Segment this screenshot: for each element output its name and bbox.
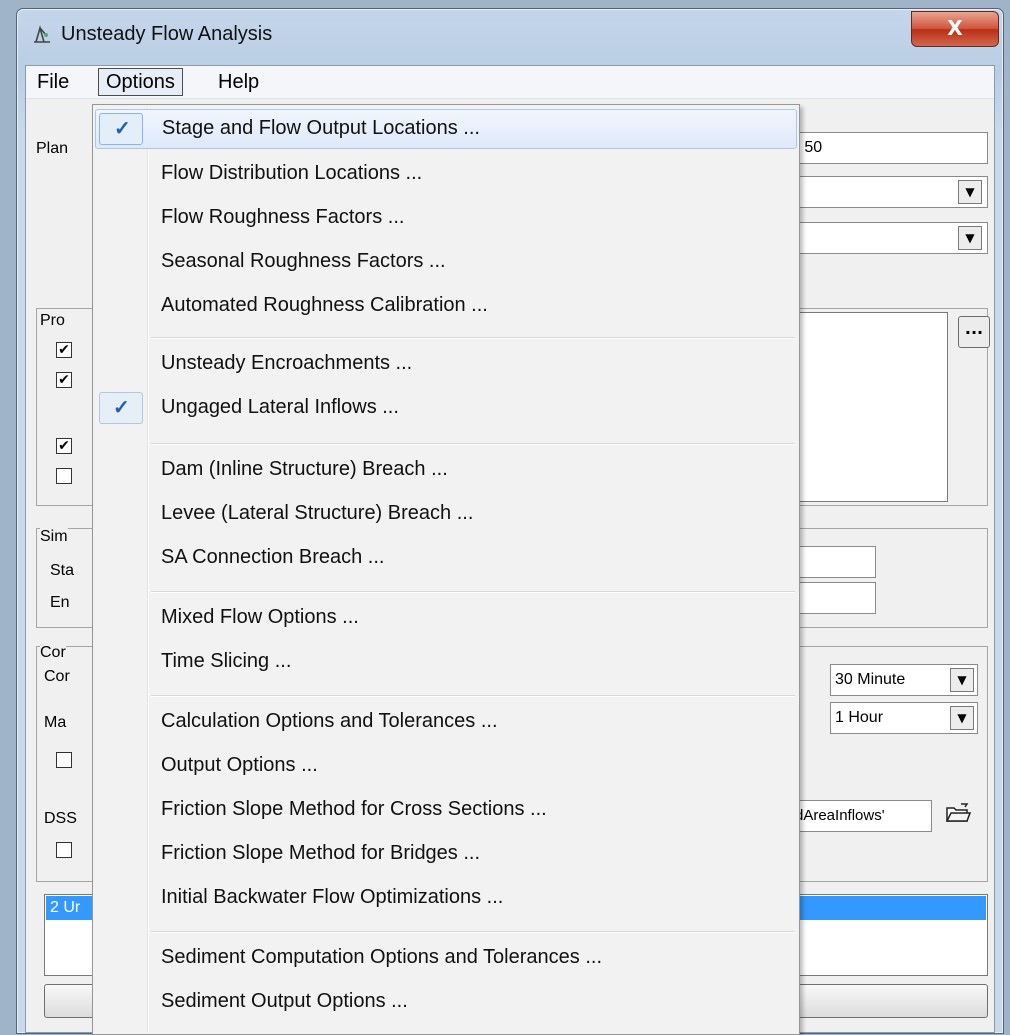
- menu-item-levee-breach[interactable]: Levee (Lateral Structure) Breach ...: [95, 495, 797, 535]
- menu-help[interactable]: Help: [211, 69, 266, 95]
- plan-label: Plan: [36, 140, 69, 157]
- mapping-interval-arrow-icon[interactable]: ▼: [950, 706, 974, 730]
- open-folder-icon[interactable]: [942, 802, 974, 830]
- menu-item-label: SA Connection Breach ...: [161, 546, 385, 568]
- menu-item-flow-distribution-locations[interactable]: Flow Distribution Locations ...: [95, 155, 797, 195]
- program-checkbox-2[interactable]: ✔: [56, 372, 72, 388]
- start-date-label: Sta: [50, 562, 75, 579]
- menu-item-flow-roughness-factors[interactable]: Flow Roughness Factors ...: [95, 199, 797, 239]
- menu-item-sa-connection-breach[interactable]: SA Connection Breach ...: [95, 539, 797, 579]
- menu-separator: [151, 443, 795, 445]
- menu-item-calculation-options[interactable]: Calculation Options and Tolerances ...: [95, 703, 797, 743]
- menu-item-automated-roughness-calibration[interactable]: Automated Roughness Calibration ...: [95, 287, 797, 327]
- menu-item-stage-flow-output-locations[interactable]: ✓ Stage and Flow Output Locations ...: [95, 109, 797, 149]
- plan-title-field[interactable]: d 50: [786, 132, 988, 164]
- menu-item-mixed-flow-options[interactable]: Mixed Flow Options ...: [95, 599, 797, 639]
- menu-item-label: Output Options ...: [161, 754, 318, 776]
- browse-dots-button[interactable]: ...: [958, 316, 990, 348]
- menu-item-sediment-computation-options[interactable]: Sediment Computation Options and Toleran…: [95, 939, 797, 979]
- program-checkbox-3[interactable]: ✔: [56, 438, 72, 454]
- menu-separator: [151, 591, 795, 593]
- menu-separator: [151, 931, 795, 933]
- simulation-group-label: Sim: [40, 528, 68, 546]
- menu-bar: File Options Help: [26, 66, 994, 99]
- program-checkbox-4[interactable]: [56, 468, 72, 484]
- options-dropdown-menu: ✓ Stage and Flow Output Locations ... Fl…: [92, 104, 800, 1035]
- check-icon: ✓: [114, 118, 131, 140]
- menu-item-label: Initial Backwater Flow Optimizations ...: [161, 886, 504, 908]
- menu-item-label: Time Slicing ...: [161, 650, 292, 672]
- geometry-dropdown-arrow-icon[interactable]: ▼: [958, 180, 982, 204]
- menu-item-friction-slope-cross-sections[interactable]: Friction Slope Method for Cross Sections…: [95, 791, 797, 831]
- program-checkbox-1[interactable]: ✔: [56, 342, 72, 358]
- dss-filename-field[interactable]: dAreaInflows': [790, 800, 932, 832]
- menu-item-label: Levee (Lateral Structure) Breach ...: [161, 502, 474, 524]
- menu-item-label: Friction Slope Method for Bridges ...: [161, 842, 481, 864]
- menu-item-label: Flow Roughness Factors ...: [161, 206, 405, 228]
- close-button[interactable]: X: [911, 11, 999, 47]
- menu-item-friction-slope-bridges[interactable]: Friction Slope Method for Bridges ...: [95, 835, 797, 875]
- computation-interval-label: Cor: [44, 668, 70, 685]
- hec-ras-app-icon: [31, 23, 53, 45]
- menu-item-label: Sediment Computation Options and Toleran…: [161, 946, 602, 968]
- menu-item-sediment-output-options[interactable]: Sediment Output Options ...: [95, 983, 797, 1023]
- window-title: Unsteady Flow Analysis: [61, 23, 273, 45]
- mapping-interval-label: Ma: [44, 714, 67, 731]
- menu-file[interactable]: File: [30, 69, 76, 95]
- menu-item-label: Sediment Output Options ...: [161, 990, 408, 1012]
- flow-dropdown-arrow-icon[interactable]: ▼: [958, 226, 982, 250]
- menu-item-unsteady-encroachments[interactable]: Unsteady Encroachments ...: [95, 345, 797, 385]
- menu-item-label: Calculation Options and Tolerances ...: [161, 710, 498, 732]
- settings-checkbox-1[interactable]: [56, 752, 72, 768]
- menu-item-initial-backwater-optimizations[interactable]: Initial Backwater Flow Optimizations ...: [95, 879, 797, 919]
- dss-label: DSS: [44, 810, 77, 827]
- program-description-box[interactable]: [786, 312, 948, 502]
- menu-item-label: Friction Slope Method for Cross Sections…: [161, 798, 547, 820]
- end-date-label: En: [50, 594, 70, 611]
- menu-item-dam-breach[interactable]: Dam (Inline Structure) Breach ...: [95, 451, 797, 491]
- menu-options[interactable]: Options: [98, 68, 183, 96]
- menu-separator: [151, 695, 795, 697]
- menu-item-label: Automated Roughness Calibration ...: [161, 294, 488, 316]
- title-bar[interactable]: Unsteady Flow Analysis X: [17, 9, 1003, 55]
- menu-item-label: Dam (Inline Structure) Breach ...: [161, 458, 448, 480]
- menu-item-output-options[interactable]: Output Options ...: [95, 747, 797, 787]
- computation-group-label: Cor: [40, 644, 66, 662]
- menu-item-seasonal-roughness-factors[interactable]: Seasonal Roughness Factors ...: [95, 243, 797, 283]
- menu-item-label: Flow Distribution Locations ...: [161, 162, 423, 184]
- menu-item-label: Stage and Flow Output Locations ...: [162, 117, 480, 139]
- check-icon: ✓: [113, 397, 130, 419]
- programs-group-label: Pro: [40, 312, 65, 330]
- menu-item-label: Seasonal Roughness Factors ...: [161, 250, 446, 272]
- computation-interval-arrow-icon[interactable]: ▼: [950, 668, 974, 692]
- menu-item-label: Unsteady Encroachments ...: [161, 352, 413, 374]
- menu-item-time-slicing[interactable]: Time Slicing ...: [95, 643, 797, 683]
- settings-checkbox-2[interactable]: [56, 842, 72, 858]
- menu-item-label: Mixed Flow Options ...: [161, 606, 359, 628]
- menu-separator: [151, 337, 795, 339]
- menu-item-label: Ungaged Lateral Inflows ...: [161, 396, 399, 418]
- menu-item-ungaged-lateral-inflows[interactable]: ✓ Ungaged Lateral Inflows ...: [95, 389, 797, 429]
